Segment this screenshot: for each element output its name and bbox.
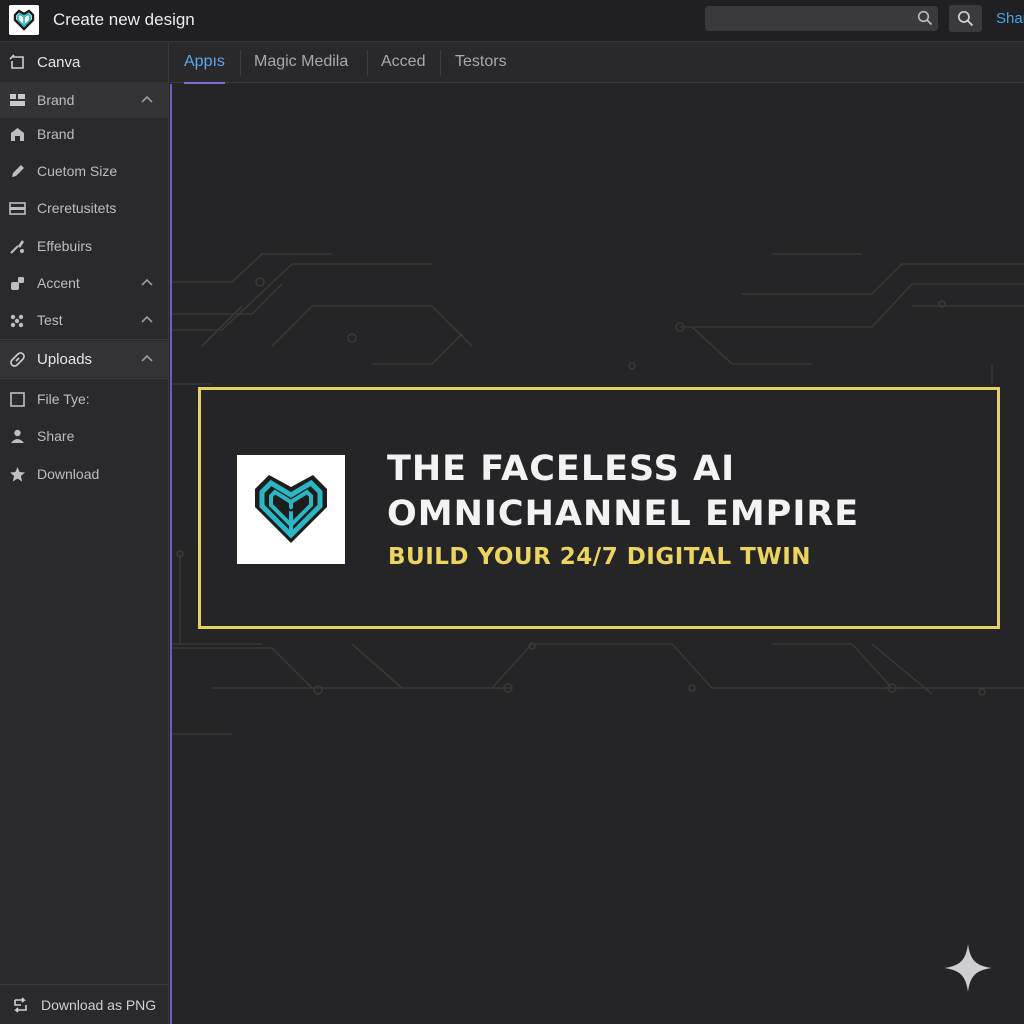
tab-separator [240, 50, 241, 76]
tab-bar: Appıs Magic Medila Acced Testors [170, 42, 1024, 84]
banner-frame[interactable]: THE FACELESS AI OMNICHANNEL EMPIRE BUILD… [198, 387, 1000, 629]
sidebar-item-download[interactable]: Download [0, 456, 168, 492]
effects-icon [10, 240, 24, 254]
sidebar-item-label: Download [37, 466, 100, 482]
accent-icon [11, 277, 24, 290]
chevron-up-icon[interactable] [140, 276, 154, 290]
sidebar-item-label: Canva [37, 53, 81, 71]
sidebar-section-accent[interactable]: Accent [0, 265, 168, 301]
sidebar-item-label: Share [37, 428, 75, 444]
sidebar-item-label: Brand [37, 92, 75, 108]
tab-separator [367, 50, 368, 76]
search-icon[interactable] [917, 10, 933, 26]
tab-magic-media[interactable]: Magic Medila [254, 42, 348, 83]
chevron-up-icon[interactable] [140, 93, 154, 107]
test-icon [10, 314, 24, 328]
tab-apps[interactable]: Appıs [184, 42, 225, 84]
layout-icon [9, 202, 26, 215]
share-button[interactable]: Shar [996, 10, 1024, 27]
banner-title-line-2: OMNICHANNEL EMPIRE [387, 494, 860, 534]
brand-kit-icon [11, 128, 24, 141]
sidebar-section-brand[interactable]: Brand [0, 82, 168, 118]
export-icon [14, 997, 27, 1013]
pencil-icon [12, 165, 24, 177]
sidebar-section-uploads[interactable]: Uploads [0, 341, 168, 377]
tab-acced[interactable]: Acced [381, 42, 425, 83]
sidebar-item-label: Test [37, 312, 63, 328]
sidebar-item-effects[interactable]: Effebuirs [0, 228, 168, 264]
sidebar-item-label: Creretusitets [37, 200, 117, 216]
sidebar-item-label: Accent [37, 275, 80, 291]
chevron-up-icon[interactable] [140, 313, 154, 327]
search-field[interactable] [705, 6, 938, 31]
banner-title: THE FACELESS AI OMNICHANNEL EMPIRE [387, 447, 987, 537]
top-bar: Create new design Shar [0, 0, 1024, 42]
brand-section-icon [10, 94, 25, 106]
search-input[interactable] [705, 6, 910, 31]
download-png-label: Download as PNG [41, 997, 157, 1013]
chevron-up-icon[interactable] [140, 352, 154, 366]
canva-icon [9, 54, 24, 69]
sidebar: Canva Brand Brand Cuetom Size Creretusit… [0, 42, 169, 1024]
page-title: Create new design [53, 10, 195, 29]
tab-separator [440, 50, 441, 76]
sidebar-item-brand[interactable]: Brand [0, 116, 168, 152]
sidebar-section-test[interactable]: Test [0, 302, 168, 338]
search-button[interactable] [949, 5, 982, 32]
sidebar-divider [0, 339, 168, 340]
sidebar-item-label: Effebuirs [37, 238, 92, 254]
sidebar-item-file-type[interactable]: File Tye: [0, 381, 168, 417]
sidebar-item-label: Uploads [37, 350, 93, 368]
sidebar-item-canva[interactable]: Canva [0, 44, 168, 80]
banner-subtitle: BUILD YOUR 24/7 DIGITAL TWIN [388, 544, 812, 570]
heart-logo-icon [237, 455, 345, 564]
sidebar-item-share[interactable]: Share [0, 418, 168, 454]
star-icon [10, 467, 25, 482]
sidebar-item-label: File Tye: [37, 391, 90, 407]
sidebar-item-label: Cuetom Size [37, 163, 118, 179]
share-icon [11, 429, 24, 443]
sidebar-item-creations[interactable]: Creretusitets [0, 190, 168, 226]
sidebar-item-custom-size[interactable]: Cuetom Size [0, 153, 168, 189]
download-png-button[interactable]: Download as PNG [0, 984, 168, 1024]
uploads-icon [10, 352, 25, 367]
sidebar-item-label: Brand [37, 126, 75, 142]
sparkle-icon [944, 944, 992, 992]
app-logo-icon[interactable] [9, 5, 39, 35]
file-icon [10, 392, 25, 407]
search-icon [957, 10, 974, 27]
tab-testors[interactable]: Testors [455, 42, 507, 83]
banner-title-line-1: THE FACELESS AI [387, 449, 736, 489]
sidebar-divider [0, 378, 168, 379]
